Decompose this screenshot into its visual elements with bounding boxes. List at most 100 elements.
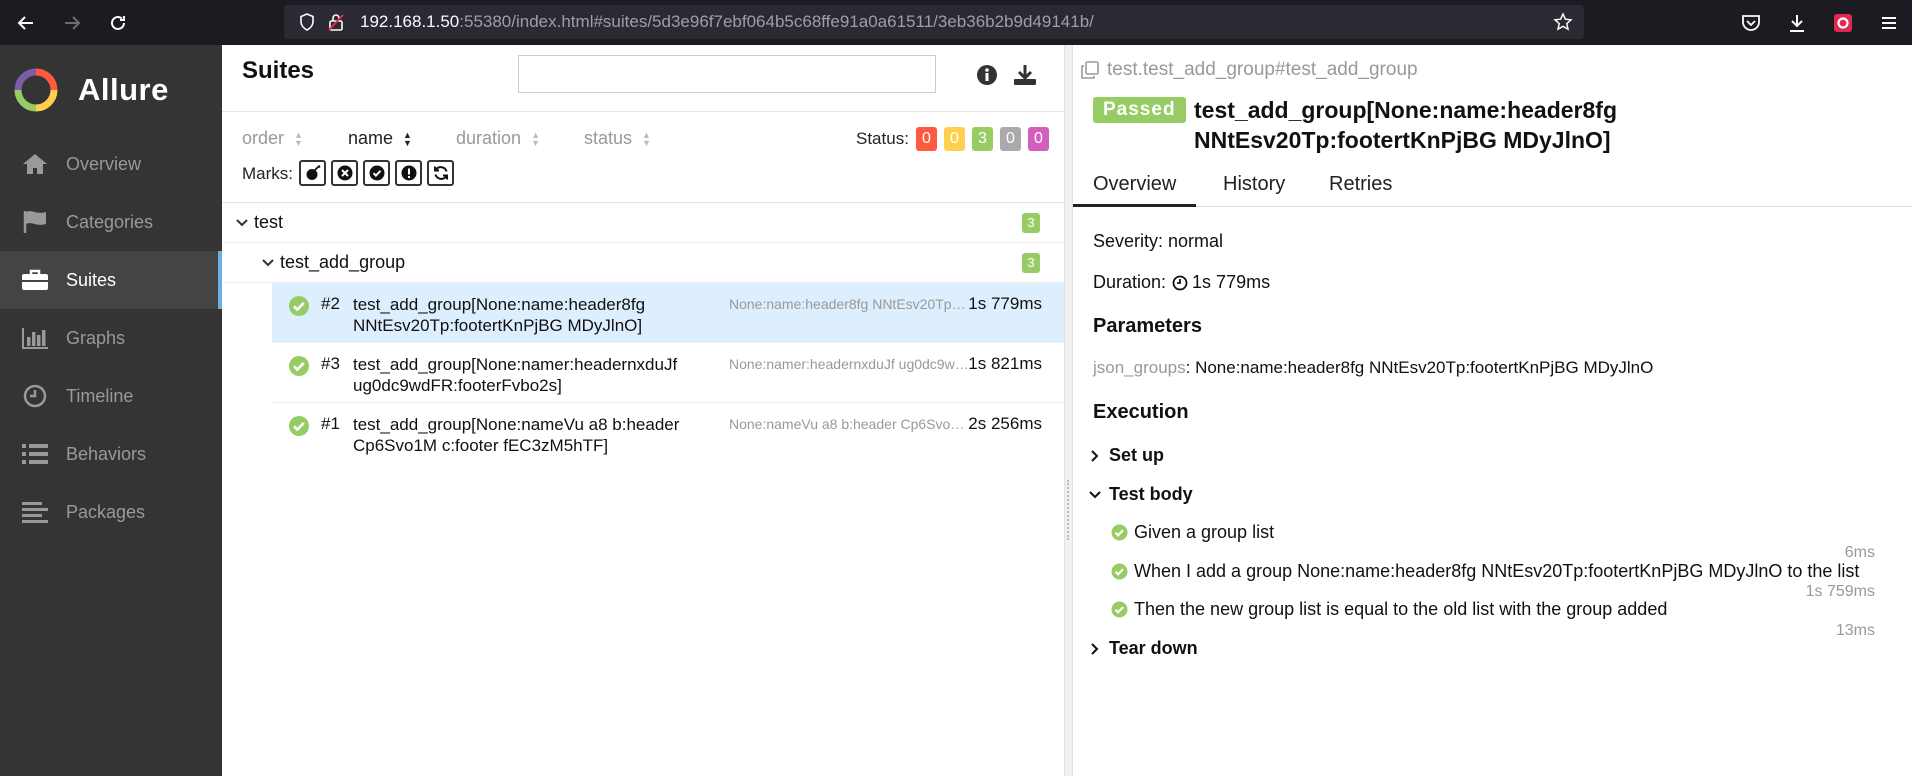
bookmark-star-icon[interactable] — [1546, 5, 1580, 39]
insecure-lock-icon[interactable] — [324, 5, 348, 39]
test-title: test_add_group[None:name:header8fg NNtEs… — [1194, 97, 1618, 153]
hamburger-menu-icon — [1882, 16, 1896, 29]
sort-order[interactable]: order ▲ ▼ — [242, 128, 303, 149]
duration: Duration: 1s 779ms — [1093, 272, 1270, 293]
download-icon — [1790, 14, 1804, 32]
browser-toolbar: 192.168.1.50:55380/index.html#suites/5d3… — [0, 0, 1912, 45]
sidebar-item-graphs[interactable]: Graphs — [0, 309, 222, 367]
mark-new-passed[interactable] — [363, 160, 390, 186]
passed-check-icon — [1111, 601, 1128, 618]
sort-order-label: order — [242, 128, 285, 148]
extension-button[interactable] — [1820, 0, 1866, 45]
test-number: #1 — [321, 414, 340, 433]
tab-overview[interactable]: Overview — [1073, 173, 1197, 207]
test-row[interactable]: #2 test_add_group[None:name:header8fg NN… — [272, 283, 1064, 343]
passed-check-icon — [1111, 524, 1128, 541]
address-bar[interactable]: 192.168.1.50:55380/index.html#suites/5d3… — [284, 5, 1584, 39]
shield-icon[interactable] — [290, 5, 324, 39]
tree-group-label: test_add_group — [280, 252, 406, 272]
splitter-grip[interactable] — [1067, 480, 1070, 540]
step-row[interactable]: Given a group list — [1111, 522, 1274, 543]
back-button[interactable] — [4, 0, 48, 45]
pocket-icon — [1742, 14, 1760, 31]
mark-flaky[interactable] — [299, 160, 326, 186]
tab-retries[interactable]: Retries — [1329, 173, 1392, 204]
status-badge-skipped[interactable]: 0 — [1000, 127, 1021, 151]
suites-tree: test 3 test_add_group 3 #2 test_add_grou… — [222, 203, 1064, 463]
severity: Severity: normal — [1093, 231, 1224, 251]
step-row[interactable]: When I add a group None:name:header8fg N… — [1111, 561, 1859, 582]
passed-check-icon — [289, 296, 309, 316]
sidebar: Allure Overview Categories Suites Graphs… — [0, 45, 222, 776]
teardown-label: Tear down — [1109, 638, 1198, 658]
sort-duration[interactable]: duration ▲ ▼ — [456, 128, 540, 149]
duration-value: 1s 779ms — [1192, 272, 1271, 292]
reload-button[interactable] — [96, 0, 140, 45]
parameter-row: json_groups: None:name:header8fg NNtEsv2… — [1093, 358, 1653, 378]
sidebar-item-timeline[interactable]: Timeline — [0, 367, 222, 425]
menu-button[interactable] — [1866, 0, 1912, 45]
downloads-button[interactable] — [1774, 0, 1820, 45]
test-row[interactable]: #3 test_add_group[None:namer:headernxduJ… — [272, 343, 1064, 403]
times-circle-icon — [337, 165, 352, 181]
parameter-key: json_groups — [1093, 358, 1186, 377]
reload-icon — [111, 15, 125, 30]
sidebar-item-behaviors[interactable]: Behaviors — [0, 425, 222, 483]
sort-name-label: name — [348, 128, 394, 148]
sort-duration-label: duration — [456, 128, 522, 148]
sidebar-item-label: Timeline — [66, 385, 134, 406]
url-text[interactable]: 192.168.1.50:55380/index.html#suites/5d3… — [360, 12, 1094, 32]
mark-new-failed[interactable] — [331, 160, 358, 186]
status-badge-failed[interactable]: 0 — [916, 127, 937, 151]
parameters-heading: Parameters — [1093, 315, 1202, 337]
sidebar-item-label: Packages — [66, 501, 146, 522]
passed-check-icon — [289, 356, 309, 376]
tree-group-test[interactable]: test 3 — [222, 203, 1064, 243]
pocket-button[interactable] — [1728, 0, 1774, 45]
download-icon[interactable] — [1012, 62, 1038, 88]
search-input[interactable] — [518, 55, 936, 93]
status-badge-passed[interactable]: 3 — [972, 127, 993, 151]
tab-history[interactable]: History — [1223, 173, 1285, 204]
sort-name[interactable]: name ▲ ▼ — [348, 128, 412, 149]
sidebar-item-label: Suites — [66, 269, 117, 290]
exclamation-circle-icon — [401, 165, 416, 181]
sidebar-item-categories[interactable]: Categories — [0, 193, 222, 251]
chevron-down-icon — [1087, 485, 1103, 505]
marks-label: Marks: — [242, 164, 293, 183]
test-parameters: None:name:header8fg NNtEsv20Tp:footertKn… — [729, 296, 969, 312]
home-icon — [20, 151, 50, 177]
sort-status-label: status — [584, 128, 633, 148]
passed-check-icon — [289, 416, 309, 436]
info-icon[interactable] — [974, 62, 1000, 88]
sidebar-item-label: Categories — [66, 211, 154, 232]
sidebar-item-packages[interactable]: Packages — [0, 483, 222, 541]
step-row[interactable]: Then the new group list is equal to the … — [1111, 599, 1667, 620]
test-row[interactable]: #1 test_add_group[None:nameVu a8 b:heade… — [272, 403, 1064, 463]
tree-group-test-add-group[interactable]: test_add_group 3 — [222, 243, 1064, 283]
test-name: test_add_group[None:nameVu a8 b:header C… — [353, 415, 680, 455]
execution-heading: Execution — [1093, 401, 1189, 423]
test-body-section[interactable]: Test body — [1087, 484, 1193, 505]
test-number: #3 — [321, 354, 340, 373]
mark-retries[interactable] — [427, 160, 454, 186]
forward-button[interactable] — [50, 0, 94, 45]
status-badge-broken[interactable]: 0 — [944, 127, 965, 151]
sidebar-item-suites[interactable]: Suites — [0, 251, 222, 309]
tree-group-label: test — [254, 212, 284, 232]
mark-new-broken[interactable] — [395, 160, 422, 186]
test-parameters: None:nameVu a8 b:header Cp6Svo1M c:foote… — [729, 416, 969, 432]
test-parameters: None:namer:headernxduJf ug0dc9wdFR:foote… — [729, 356, 969, 372]
test-path[interactable]: test.test_add_group#test_add_group — [1081, 59, 1418, 81]
teardown-section[interactable]: Tear down — [1087, 638, 1198, 659]
list-icon — [20, 441, 50, 467]
sort-toolbar: order ▲ ▼ name ▲ ▼ duration ▲ ▼ status ▲ ▼ S… — [222, 111, 1064, 203]
parameter-value: : None:name:header8fg NNtEsv20Tp:footert… — [1185, 358, 1654, 377]
pane-splitter[interactable] — [1064, 45, 1073, 776]
sidebar-item-overview[interactable]: Overview — [0, 135, 222, 193]
sort-status[interactable]: status ▲ ▼ — [584, 128, 651, 149]
setup-section[interactable]: Set up — [1087, 445, 1164, 466]
tree-group-count: 3 — [1022, 212, 1040, 233]
brand[interactable]: Allure — [0, 45, 222, 135]
status-badge-unknown[interactable]: 0 — [1028, 127, 1049, 151]
